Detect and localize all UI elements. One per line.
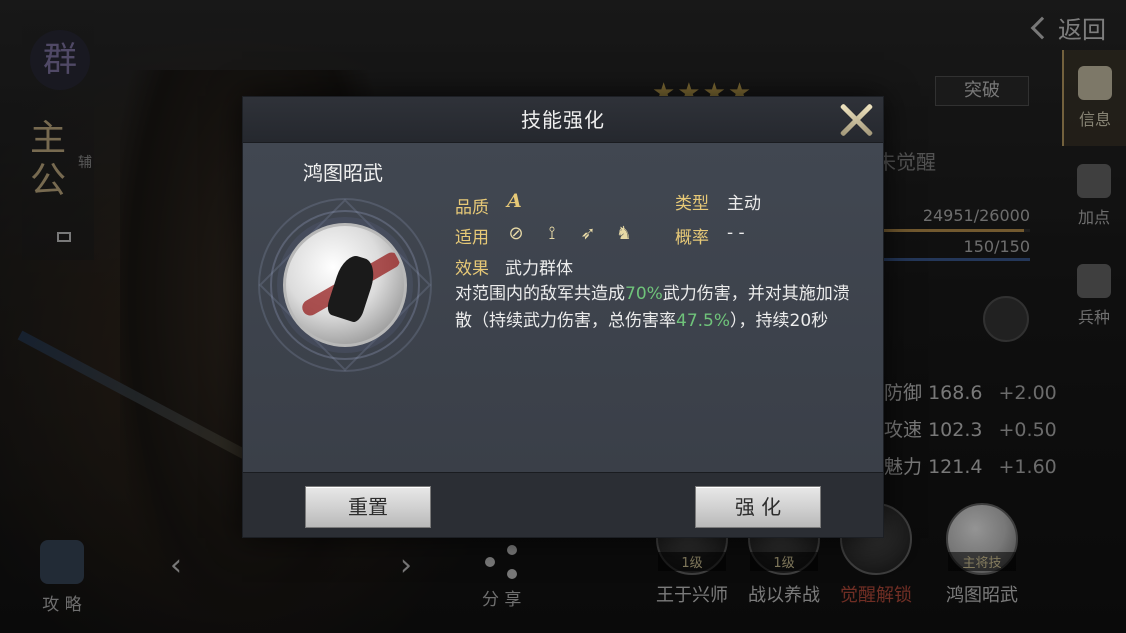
- dialog-title: 技能强化: [243, 97, 883, 143]
- enhance-button[interactable]: 强 化: [695, 486, 821, 528]
- close-icon[interactable]: [833, 97, 879, 143]
- reset-button[interactable]: 重置: [305, 486, 431, 528]
- effect-label: 效果: [455, 259, 489, 279]
- horse-icon: ♞: [615, 223, 633, 244]
- applicable-troops: ⊘ ⟟ ➶ ♞: [505, 223, 635, 245]
- dialog-footer: 重置 强 化: [243, 472, 883, 537]
- skill-enhance-dialog: 技能强化 鸿图昭武 品质 A 类型 主动 适用 ⊘ ⟟ ➶ ♞ 概率 - - 效…: [242, 96, 884, 538]
- dialog-body: 鸿图昭武 品质 A 类型 主动 适用 ⊘ ⟟ ➶ ♞ 概率 - - 效果 武力群…: [243, 143, 883, 473]
- desc-dot-rate: 47.5%: [676, 311, 731, 331]
- shield-icon: ⊘: [508, 223, 524, 244]
- desc-damage-rate: 70%: [625, 284, 663, 304]
- bow-icon: ⟟: [548, 223, 556, 244]
- type-value: 主动: [727, 194, 761, 214]
- desc-text: 对范围内的敌军共造成: [455, 284, 625, 304]
- skill-orb-icon: [283, 223, 407, 347]
- type-label: 类型: [675, 194, 709, 214]
- quality-value: A: [507, 190, 522, 212]
- rate-label: 概率: [675, 228, 709, 248]
- skill-emblem: [255, 197, 435, 377]
- spear-icon: ➶: [580, 223, 596, 244]
- desc-text: ），持续20秒: [730, 311, 829, 331]
- skill-description: 对范围内的敌军共造成70%武力伤害，并对其施加溃散（持续武力伤害，总伤害率47.…: [455, 281, 855, 335]
- quality-label: 品质: [455, 198, 489, 218]
- skill-title: 鸿图昭武: [303, 161, 383, 185]
- rate-value: - -: [727, 223, 745, 243]
- applicable-label: 适用: [455, 228, 489, 248]
- effect-value: 武力群体: [505, 259, 573, 279]
